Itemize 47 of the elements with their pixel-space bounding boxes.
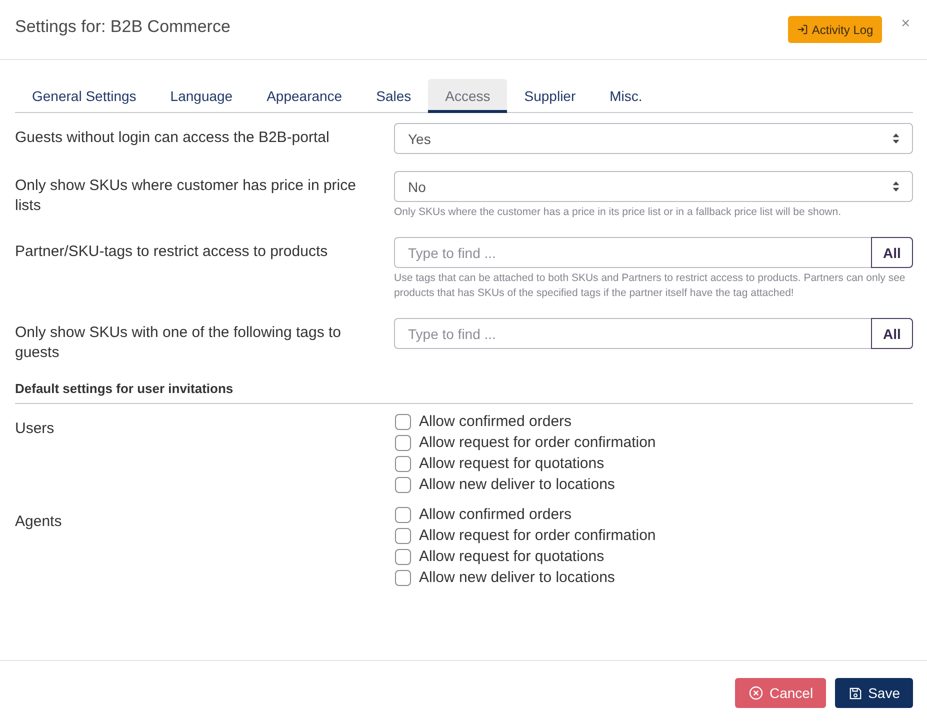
checkbox[interactable] bbox=[395, 434, 411, 450]
tab[interactable]: Supplier bbox=[507, 79, 593, 113]
group-label: Agents bbox=[15, 512, 63, 532]
tab[interactable]: Appearance bbox=[250, 79, 360, 113]
sort-caret-icon bbox=[892, 181, 900, 192]
checkbox-label: Allow request for quotations bbox=[419, 548, 604, 565]
close-button[interactable]: × bbox=[898, 15, 913, 33]
checkbox-label: Allow confirmed orders bbox=[419, 413, 572, 430]
checkbox[interactable] bbox=[395, 528, 411, 544]
save-button[interactable]: Save bbox=[835, 678, 913, 708]
sign-in-icon bbox=[796, 24, 808, 35]
checkbox[interactable] bbox=[395, 506, 411, 522]
checkbox[interactable] bbox=[395, 570, 411, 586]
setting-label: Only show SKUs with one of the following tags to guests bbox=[15, 323, 342, 363]
checkbox-label: Allow request for order confirmation bbox=[419, 434, 656, 451]
tag-search-field[interactable]: Type to find ... bbox=[394, 237, 871, 268]
help-text: Use tags that can be attached to both SKUs and Partners to restrict access to products. Partners can only see products that has SKUs of the specified tags if the partner itself have the tag attached! bbox=[394, 271, 906, 301]
sort-caret-icon bbox=[892, 133, 900, 144]
group-label: Users bbox=[15, 419, 56, 439]
checkbox[interactable] bbox=[395, 476, 411, 492]
setting-label: Partner/SKU-tags to restrict access to products bbox=[15, 242, 329, 262]
tab[interactable]: Sales bbox=[359, 79, 428, 113]
checkbox[interactable] bbox=[395, 456, 411, 472]
tab[interactable]: Misc. bbox=[592, 79, 660, 113]
all-button[interactable]: All bbox=[871, 237, 913, 268]
checkbox-label: Allow new deliver to locations bbox=[419, 569, 615, 586]
tag-search-field[interactable]: Type to find ... bbox=[394, 318, 871, 349]
tab[interactable]: General Settings bbox=[15, 79, 154, 113]
checkbox-label: Allow confirmed orders bbox=[419, 506, 572, 523]
circle-x-icon bbox=[749, 686, 764, 700]
checkbox[interactable] bbox=[395, 548, 411, 564]
help-text: Only SKUs where the customer has a price in its price list or in a fallback price list will be shown. bbox=[394, 205, 842, 220]
select-field[interactable]: Yes bbox=[394, 123, 913, 154]
cancel-button[interactable]: Cancel bbox=[735, 678, 826, 708]
select-field[interactable]: No bbox=[394, 171, 913, 202]
all-button[interactable]: All bbox=[871, 318, 913, 349]
checkbox-label: Allow new deliver to locations bbox=[419, 476, 615, 493]
section-heading: Default settings for user invitations bbox=[15, 380, 913, 404]
setting-label: Only show SKUs where customer has price in price lists bbox=[15, 176, 357, 216]
checkbox-label: Allow request for order confirmation bbox=[419, 527, 656, 544]
checkbox-label: Allow request for quotations bbox=[419, 455, 604, 472]
setting-label: Guests without login can access the B2B-portal bbox=[15, 128, 330, 148]
dialog-title: Settings for: B2B Commerce bbox=[15, 16, 232, 38]
tab[interactable]: Language bbox=[153, 79, 250, 113]
checkbox[interactable] bbox=[395, 414, 411, 430]
activity-log-button[interactable]: Activity Log bbox=[788, 16, 882, 43]
tab[interactable]: Access bbox=[428, 79, 508, 113]
